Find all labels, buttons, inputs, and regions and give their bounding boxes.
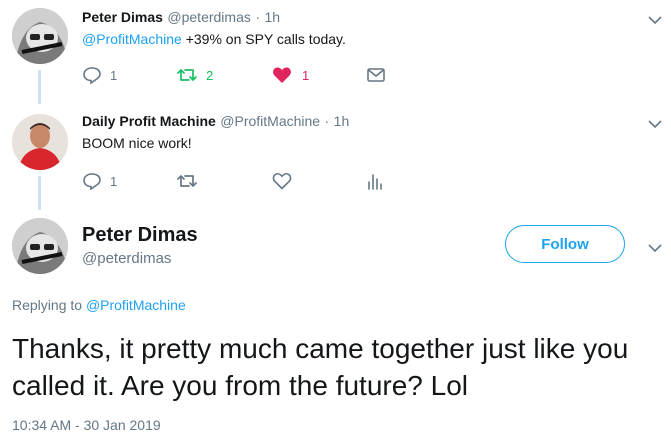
tweet1-author-handle[interactable]: @peterdimas	[167, 9, 250, 25]
chevron-down-icon	[648, 16, 662, 25]
tweet2-more-button[interactable]	[648, 116, 662, 134]
tweet2-reply-count: 1	[110, 173, 118, 189]
tweet2-analytics-button[interactable]	[366, 172, 384, 190]
tweet1-text: @ProfitMachine +39% on SPY calls today.	[82, 31, 346, 47]
tweet1-reply-count: 1	[110, 67, 118, 83]
tweet1-reply-button[interactable]: 1	[82, 66, 117, 84]
tweet1-body: +39% on SPY calls today.	[185, 31, 346, 47]
tweet2-text: BOOM nice work!	[82, 135, 192, 151]
main-author-name[interactable]: Peter Dimas	[82, 224, 198, 247]
chevron-down-icon	[648, 120, 662, 129]
tweet2-retweet-button[interactable]	[176, 172, 198, 190]
tweet1-retweet-count: 2	[206, 67, 214, 83]
main-timestamp[interactable]: 10:34 AM - 30 Jan 2019	[12, 417, 161, 433]
tweet1-like-button[interactable]: 1	[272, 66, 309, 84]
tweet1-header: Peter Dimas @peterdimas · 1h	[82, 9, 280, 27]
tweet2-time[interactable]: 1h	[334, 113, 350, 129]
reply-icon	[83, 173, 101, 190]
envelope-icon	[367, 68, 385, 82]
tweet1-time[interactable]: 1h	[264, 9, 280, 25]
analytics-icon	[368, 174, 382, 190]
chevron-down-icon	[648, 244, 662, 253]
heart-icon	[273, 67, 291, 83]
tweet2-like-button[interactable]	[272, 172, 292, 190]
avatar-main-peter-dimas[interactable]	[12, 218, 68, 274]
heart-icon	[272, 173, 292, 190]
avatar-daily-profit-machine[interactable]	[12, 114, 68, 170]
replying-to-mention[interactable]: @ProfitMachine	[86, 297, 186, 313]
reply-icon	[83, 67, 101, 84]
main-more-button[interactable]	[648, 240, 662, 258]
tweet1-more-button[interactable]	[648, 12, 662, 30]
tweet1-like-count: 1	[302, 67, 310, 83]
tweet2-author-name[interactable]: Daily Profit Machine	[82, 113, 216, 129]
tweet2-header: Daily Profit Machine @ProfitMachine · 1h	[82, 113, 349, 131]
tweet2-separator: ·	[324, 113, 330, 129]
follow-button[interactable]: Follow	[505, 225, 625, 263]
replying-to: Replying to @ProfitMachine	[12, 297, 186, 313]
tweet1-dm-button[interactable]	[366, 67, 386, 83]
tweet2-author-handle[interactable]: @ProfitMachine	[220, 113, 320, 129]
tweet1-author-name[interactable]: Peter Dimas	[82, 9, 163, 25]
main-tweet-text: Thanks, it pretty much came together jus…	[12, 333, 629, 401]
replying-to-prefix: Replying to	[12, 297, 83, 313]
thread-line	[38, 70, 41, 104]
tweet2-reply-button[interactable]: 1	[82, 172, 117, 190]
thread-line	[38, 176, 41, 210]
tweet1-mention[interactable]: @ProfitMachine	[82, 31, 182, 47]
tweet1-retweet-button[interactable]: 2	[176, 66, 213, 84]
retweet-icon	[177, 69, 197, 81]
tweet1-separator: ·	[255, 9, 260, 25]
retweet-icon	[177, 175, 197, 187]
avatar-peter-dimas[interactable]	[12, 8, 68, 64]
main-author-handle[interactable]: @peterdimas	[82, 250, 171, 267]
